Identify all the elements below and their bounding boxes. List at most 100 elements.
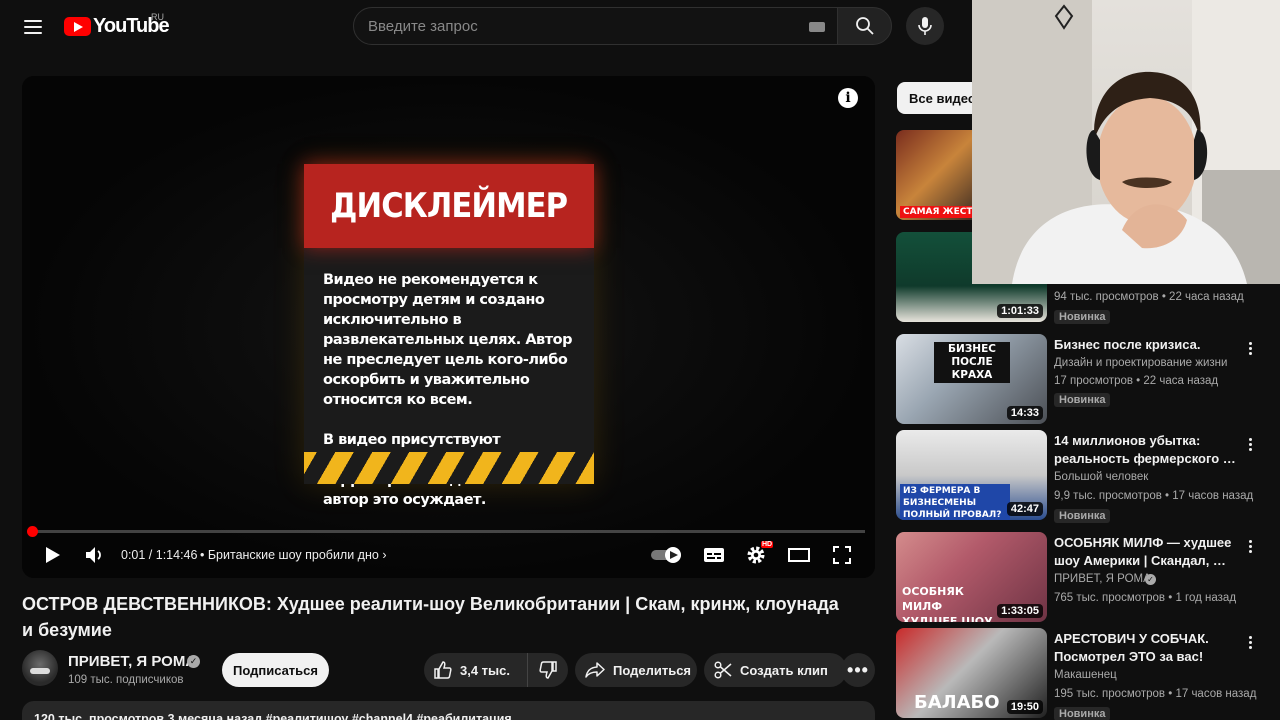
video-duration: 14:33 — [1006, 406, 1043, 420]
gear-icon — [747, 546, 765, 564]
video-thumbnail[interactable]: БАЛАБО 19:50 — [896, 628, 1047, 718]
new-badge: Новинка — [1054, 509, 1111, 523]
video-title: ОСТРОВ ДЕВСТВЕННИКОВ: Худшее реалити-шоу… — [22, 594, 839, 640]
time-display: 0:01 / 1:14:46 — [121, 548, 198, 562]
video-duration: 19:50 — [1006, 700, 1043, 714]
chapter-title[interactable]: • Британские шоу пробили дно › — [200, 548, 386, 562]
video-title[interactable]: Бизнес после кризиса. — [1054, 336, 1239, 354]
share-icon — [585, 662, 605, 678]
search-icon — [855, 17, 874, 35]
disclaimer-heading-banner: ДИСКЛЕЙМЕР — [304, 164, 594, 248]
keyboard-icon[interactable] — [809, 22, 825, 32]
more-vertical-icon[interactable] — [1244, 632, 1256, 652]
more-actions-button[interactable]: ••• — [841, 653, 875, 687]
subtitles-icon — [704, 548, 724, 562]
subscriber-count: 109 тыс. подписчиков — [68, 674, 184, 686]
video-meta: 94 тыс. просмотров • 22 часа назад — [1054, 291, 1244, 303]
fullscreen-button[interactable] — [830, 543, 854, 567]
more-horizontal-icon: ••• — [847, 659, 869, 680]
thumbnail-caption: ОСОБНЯК МИЛФ ХУДШЕЕ ШОУ АМ — [902, 585, 993, 622]
verified-check-icon: ✓ — [187, 655, 200, 668]
new-badge: Новинка — [1054, 707, 1111, 720]
channel-name[interactable]: Большой человек — [1054, 471, 1148, 483]
channel-avatar[interactable] — [22, 650, 58, 686]
disclaimer-card: ДИСКЛЕЙМЕР Видео не рекомендуется к прос… — [304, 164, 594, 508]
create-clip-button[interactable]: Создать клип — [704, 653, 847, 687]
video-meta: 17 просмотров • 22 часа назад — [1054, 375, 1219, 387]
theater-mode-button[interactable] — [787, 543, 811, 567]
channel-name[interactable]: ПРИВЕТ, Я РОМА — [68, 653, 196, 670]
channel-name[interactable]: Дизайн и проектирование жизни — [1054, 357, 1227, 369]
search-box — [353, 7, 838, 45]
description-preview: 120 тыс. просмотров 3 месяца назад #реал… — [34, 712, 512, 720]
mute-button[interactable] — [82, 543, 108, 567]
thumbs-up-icon — [434, 661, 452, 679]
info-icon[interactable]: i — [838, 88, 858, 108]
recommendation-item[interactable]: ИЗ ФЕРМЕРА В БИЗНЕСМЕНЫ ПОЛНЫЙ ПРОВАЛ? 4… — [896, 430, 1266, 523]
thumbs-down-icon — [539, 661, 557, 679]
video-frame[interactable]: ДИСКЛЕЙМЕР Видео не рекомендуется к прос… — [22, 76, 875, 578]
more-vertical-icon[interactable] — [1244, 536, 1256, 556]
more-vertical-icon[interactable] — [1244, 338, 1256, 358]
country-code: RU — [151, 12, 164, 22]
play-button[interactable] — [40, 543, 66, 567]
recommendation-item[interactable]: БАЛАБО 19:50 АРЕСТОВИЧ У СОБЧАК. Посмотр… — [896, 628, 1266, 720]
new-badge: Новинка — [1054, 310, 1111, 324]
dislike-button[interactable] — [528, 653, 568, 687]
video-title[interactable]: АРЕСТОВИЧ У СОБЧАК. Посмотрел ЭТО за вас… — [1054, 630, 1239, 666]
channel-name[interactable]: Макашенец — [1054, 669, 1117, 681]
subscribe-button[interactable]: Подписаться — [222, 653, 329, 687]
voice-search-button[interactable] — [906, 7, 944, 45]
channel-name[interactable]: ПРИВЕТ, Я РОМА — [1054, 573, 1151, 585]
theater-mode-icon — [788, 548, 810, 562]
video-meta: 9,9 тыс. просмотров • 17 часов назад — [1054, 490, 1254, 502]
subtitles-button[interactable] — [702, 543, 726, 567]
webcam-overlay — [972, 0, 1280, 284]
recommendation-item[interactable]: БИЗНЕС ПОСЛЕ КРАХА 14:33 Бизнес после кр… — [896, 334, 1266, 426]
disclaimer-heading: ДИСКЛЕЙМЕР — [330, 186, 568, 226]
video-meta: 765 тыс. просмотров • 1 год назад — [1054, 592, 1237, 604]
video-thumbnail[interactable]: БИЗНЕС ПОСЛЕ КРАХА 14:33 — [896, 334, 1047, 424]
more-vertical-icon[interactable] — [1244, 434, 1256, 454]
autoplay-icon — [651, 547, 681, 563]
hd-badge: HD — [761, 541, 774, 548]
like-button[interactable]: 3,4 тыс. — [424, 653, 528, 687]
hazard-stripes — [304, 452, 594, 484]
share-label: Поделиться — [613, 662, 692, 678]
like-count: 3,4 тыс. — [460, 662, 510, 678]
disclaimer-paragraph-1: Видео не рекомендуется к просмотру детям… — [323, 272, 572, 408]
volume-icon — [86, 547, 101, 563]
recommendation-item[interactable]: ОСОБНЯК МИЛФ ХУДШЕЕ ШОУ АМ 1:33:05 ОСОБН… — [896, 532, 1266, 624]
video-title[interactable]: ОСОБНЯК МИЛФ — худшее шоу Америки | Скан… — [1054, 534, 1239, 570]
youtube-play-logo-icon — [64, 16, 91, 36]
description-box[interactable]: 120 тыс. просмотров 3 месяца назад #реал… — [22, 701, 875, 720]
chevron-right-icon: › — [382, 548, 387, 562]
progress-bar[interactable] — [27, 526, 865, 537]
new-badge: Новинка — [1054, 393, 1111, 407]
video-duration: 1:01:33 — [997, 304, 1043, 318]
menu-icon[interactable] — [16, 10, 50, 44]
share-button[interactable]: Поделиться — [575, 653, 697, 687]
video-thumbnail[interactable]: ИЗ ФЕРМЕРА В БИЗНЕСМЕНЫ ПОЛНЫЙ ПРОВАЛ? 4… — [896, 430, 1047, 520]
play-icon — [46, 547, 60, 563]
webcam-person-image — [972, 0, 1280, 284]
video-title[interactable]: 14 миллионов убытка: реальность фермерск… — [1054, 432, 1239, 468]
thumbnail-caption: ИЗ ФЕРМЕРА В БИЗНЕСМЕНЫ ПОЛНЫЙ ПРОВАЛ? — [900, 484, 1010, 520]
video-thumbnail[interactable]: ОСОБНЯК МИЛФ ХУДШЕЕ ШОУ АМ 1:33:05 — [896, 532, 1047, 622]
thumbnail-caption: БИЗНЕС ПОСЛЕ КРАХА — [934, 342, 1010, 383]
autoplay-toggle[interactable] — [650, 543, 686, 567]
search-button[interactable] — [837, 7, 892, 45]
chapter-label: • Британские шоу пробили дно — [200, 548, 379, 562]
fullscreen-icon — [833, 546, 851, 564]
video-player[interactable]: ДИСКЛЕЙМЕР Видео не рекомендуется к прос… — [22, 76, 875, 578]
like-dislike-group: 3,4 тыс. — [424, 653, 568, 687]
settings-button[interactable]: HD — [744, 541, 774, 567]
video-meta: 195 тыс. просмотров • 17 часов назад — [1054, 688, 1257, 700]
thumbnail-caption: БАЛАБО — [914, 692, 1000, 713]
video-duration: 1:33:05 — [997, 604, 1043, 618]
video-duration: 42:47 — [1006, 502, 1043, 516]
verified-check-icon: ✓ — [1145, 574, 1156, 585]
search-input[interactable] — [368, 16, 788, 36]
scissors-icon — [714, 661, 732, 679]
clip-label: Создать клип — [740, 662, 828, 678]
